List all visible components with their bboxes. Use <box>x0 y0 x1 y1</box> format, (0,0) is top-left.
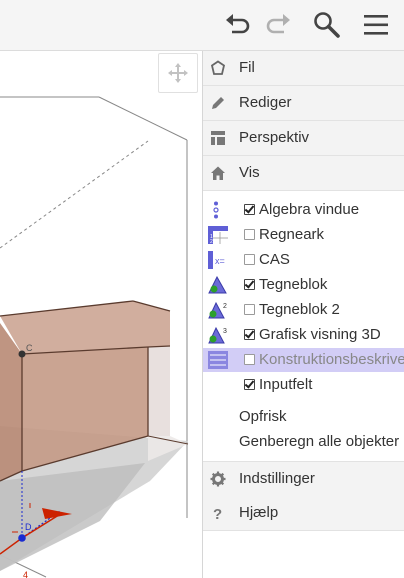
menu-item-hjaelp[interactable]: ? Hjælp <box>203 496 404 531</box>
vis-item-konstruktionsbeskrivelse[interactable]: Konstruktionsbeskrivelse <box>203 348 404 372</box>
redo-icon <box>266 14 290 34</box>
graphics-3d-view[interactable]: C D 4 <box>0 51 202 578</box>
menu-item-rediger[interactable]: Rediger <box>203 86 404 121</box>
checkbox[interactable] <box>244 304 255 315</box>
vis-item-grafisk-3d[interactable]: 3 Grafisk visning 3D <box>203 323 404 347</box>
spreadsheet-icon: 12 <box>208 226 228 244</box>
checkbox[interactable] <box>244 254 255 265</box>
menu-item-fil[interactable]: Fil <box>203 51 404 86</box>
redo-button[interactable] <box>261 8 295 42</box>
vis-item-regneark[interactable]: 12 Regneark <box>203 223 404 247</box>
perspective-icon <box>211 131 225 145</box>
vis-item-tegneblok[interactable]: Tegneblok <box>203 273 404 297</box>
vis-item-algebra[interactable]: Algebra vindue <box>203 198 404 222</box>
vis-label: Regneark <box>259 226 325 243</box>
point-label-d: D <box>25 522 32 532</box>
scene-3d[interactable]: C D 4 <box>0 51 202 578</box>
box-edge <box>98 96 188 141</box>
construction-protocol-icon <box>208 351 228 369</box>
menu-label-rediger: Rediger <box>239 94 292 111</box>
vis-label: Grafisk visning 3D <box>259 326 381 343</box>
graphics-2-icon: 2 <box>208 301 227 319</box>
algebra-view-icon <box>213 201 219 219</box>
vertex-label: C <box>26 343 33 353</box>
graphics-icon <box>208 276 227 294</box>
move-arrows-icon <box>168 63 188 83</box>
checkbox[interactable] <box>244 379 255 390</box>
prism-back-face <box>148 346 170 436</box>
vis-label: Tegneblok <box>259 276 328 293</box>
pencil-icon <box>212 97 224 109</box>
gear-icon <box>210 471 226 487</box>
menu-item-opfrisk[interactable]: Opfrisk <box>239 408 287 425</box>
vis-label: Tegneblok 2 <box>259 301 340 318</box>
help-icon: ? <box>213 506 222 521</box>
search-button[interactable] <box>310 8 344 42</box>
checkbox[interactable] <box>244 329 255 340</box>
vis-item-inputfelt[interactable]: Inputfelt <box>203 373 404 397</box>
main-menu-panel: Fil Rediger Perspektiv Vis Algebra vindu… <box>202 51 404 578</box>
menu-label-indstillinger: Indstillinger <box>239 470 315 487</box>
menu-label-fil: Fil <box>239 59 255 76</box>
main-menu-button[interactable] <box>359 8 393 42</box>
vis-label: Algebra vindue <box>259 201 360 218</box>
search-icon <box>314 12 340 38</box>
svg-text:2: 2 <box>210 239 213 244</box>
checkbox[interactable] <box>244 279 255 290</box>
cas-icon: x= <box>208 251 225 269</box>
vis-label: Konstruktionsbeskrivelse <box>259 351 404 368</box>
origin-point-d[interactable] <box>18 534 26 542</box>
menu-item-indstillinger[interactable]: Indstillinger <box>203 461 404 497</box>
checkbox[interactable] <box>244 204 255 215</box>
graphics-3d-icon: 3 <box>208 326 227 344</box>
menu-label-hjaelp: Hjælp <box>239 504 279 521</box>
vis-label: CAS <box>259 251 290 268</box>
vis-label: Inputfelt <box>259 376 313 393</box>
box-edge-hidden <box>0 140 149 249</box>
vis-item-tegneblok-2[interactable]: 2 Tegneblok 2 <box>203 298 404 322</box>
menu-label-perspektiv: Perspektiv <box>239 129 310 146</box>
vis-item-cas[interactable]: x= CAS <box>203 248 404 272</box>
undo-icon <box>226 14 250 34</box>
checkbox[interactable] <box>244 229 255 240</box>
move-view-handle[interactable] <box>158 53 198 93</box>
menu-label-vis: Vis <box>239 164 260 181</box>
undo-button[interactable] <box>221 8 255 42</box>
svg-text:3: 3 <box>223 328 227 335</box>
vertex-point[interactable] <box>18 350 26 358</box>
menu-icon <box>364 15 388 35</box>
menu-item-genberegn[interactable]: Genberegn alle objekter <box>239 433 399 450</box>
top-toolbar <box>0 0 404 51</box>
svg-text:x=: x= <box>215 256 225 266</box>
menu-item-perspektiv[interactable]: Perspektiv <box>203 121 404 156</box>
axis-tick-label-4: 4 <box>23 570 28 578</box>
menu-item-vis[interactable]: Vis <box>203 156 404 191</box>
checkbox[interactable] <box>244 354 255 365</box>
svg-text:2: 2 <box>223 303 227 310</box>
svg-text:?: ? <box>213 506 222 521</box>
file-icon <box>210 60 226 75</box>
home-icon <box>211 166 225 180</box>
